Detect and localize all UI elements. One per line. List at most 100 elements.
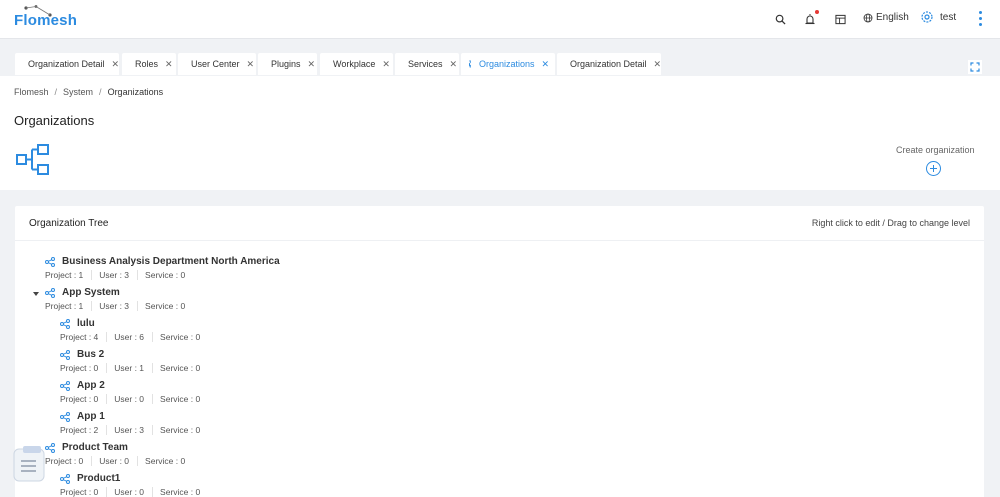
node-name: lulu — [77, 318, 95, 329]
tree-node[interactable]: Business Analysis Department North Ameri… — [45, 256, 280, 280]
tab-organizations[interactable]: Organizations ✕ — [461, 53, 555, 75]
tab-label: Organization Detail — [28, 59, 105, 69]
language-label: English — [876, 12, 909, 23]
user-count: User : 1 — [114, 363, 154, 373]
floating-menu-icon[interactable] — [12, 445, 48, 485]
language-selector[interactable]: English — [863, 12, 909, 23]
tab-label: Roles — [135, 59, 159, 69]
close-tab-icon[interactable]: ✕ — [654, 59, 662, 70]
project-count: Project : 0 — [60, 363, 108, 373]
service-count: Service : 0 — [160, 363, 201, 373]
card-header: Organization Tree Right click to edit / … — [15, 206, 984, 241]
service-count: Service : 0 — [160, 394, 201, 404]
create-organization-label: Create organization — [896, 145, 975, 155]
collapse-caret-icon[interactable] — [33, 292, 39, 296]
search-icon[interactable] — [773, 12, 787, 26]
service-count: Service : 0 — [160, 332, 201, 342]
dashboard-icon[interactable] — [833, 12, 847, 26]
node-name: App System — [62, 287, 120, 298]
service-count: Service : 0 — [145, 456, 186, 466]
tab-workplace[interactable]: Workplace ✕ — [320, 53, 393, 75]
user-count: User : 3 — [99, 270, 139, 280]
share-node-icon — [45, 287, 55, 298]
globe-icon — [863, 13, 873, 22]
share-node-icon — [45, 256, 55, 267]
project-count: Project : 2 — [60, 425, 108, 435]
tree-node[interactable]: App 2 Project : 0 User : 0 Service : 0 — [60, 380, 215, 404]
user-count: User : 6 — [114, 332, 154, 342]
tab-plugins[interactable]: Plugins ✕ — [258, 53, 317, 75]
loading-icon — [469, 60, 471, 68]
close-tab-icon[interactable]: ✕ — [542, 59, 550, 70]
user-name: test — [940, 11, 957, 23]
create-organization-button[interactable] — [926, 161, 941, 176]
tab-label: Organizations — [479, 59, 535, 69]
breadcrumb: Flomesh / System / Organizations — [14, 87, 164, 97]
node-name: Product1 — [77, 473, 121, 484]
page-header-panel: Flomesh / System / Organizations Organizatio… — [0, 76, 1000, 190]
share-node-icon — [60, 349, 70, 360]
top-header: Flomesh English test — [0, 0, 1000, 39]
project-count: Project : 0 — [45, 456, 93, 466]
node-name: Business Analysis Department North Ameri… — [62, 256, 280, 267]
share-node-icon — [60, 318, 70, 329]
tree-node[interactable]: lulu Project : 4 User : 6 Service : 0 — [60, 318, 215, 342]
breadcrumb-organizations: Organizations — [107, 87, 164, 97]
service-count: Service : 0 — [160, 487, 201, 497]
card-title: Organization Tree — [29, 218, 109, 229]
tab-organization-detail[interactable]: Organization Detail ✕ — [15, 53, 119, 75]
alarm-icon[interactable] — [803, 10, 819, 26]
avatar-gear-icon — [921, 11, 933, 23]
tab-organization-detail-2[interactable]: Organization Detail ✕ — [557, 53, 661, 75]
tab-services[interactable]: Services ✕ — [395, 53, 459, 75]
project-count: Project : 0 — [60, 487, 108, 497]
service-count: Service : 0 — [160, 425, 201, 435]
card-hint: Right click to edit / Drag to change lev… — [811, 218, 970, 228]
close-tab-icon[interactable]: ✕ — [450, 59, 458, 70]
tab-label: Plugins — [271, 59, 301, 69]
user-count: User : 0 — [99, 456, 139, 466]
tab-user-center[interactable]: User Center ✕ — [178, 53, 256, 75]
close-tab-icon[interactable]: ✕ — [112, 59, 120, 70]
project-count: Project : 4 — [60, 332, 108, 342]
user-count: User : 0 — [114, 394, 154, 404]
service-count: Service : 0 — [145, 301, 186, 311]
page-title: Organizations — [14, 113, 95, 128]
tree-node[interactable]: App System Project : 1 User : 3 Service : … — [45, 287, 200, 311]
user-count: User : 3 — [99, 301, 139, 311]
fullscreen-icon[interactable] — [968, 60, 982, 74]
share-node-icon — [60, 380, 70, 391]
tab-label: Workplace — [333, 59, 376, 69]
close-tab-icon[interactable]: ✕ — [247, 59, 255, 70]
close-tab-icon[interactable]: ✕ — [382, 59, 390, 70]
tree-node[interactable]: Product1 Project : 0 User : 0 Service : 0 — [60, 473, 215, 497]
share-node-icon — [60, 411, 70, 422]
user-menu[interactable]: test — [920, 10, 956, 24]
user-count: User : 3 — [114, 425, 154, 435]
tab-label: Services — [408, 59, 443, 69]
breadcrumb-flomesh[interactable]: Flomesh — [14, 87, 49, 97]
organization-tree-card: Organization Tree Right click to edit / … — [15, 206, 984, 497]
share-node-icon — [60, 473, 70, 484]
user-count: User : 0 — [114, 487, 154, 497]
project-count: Project : 1 — [45, 301, 93, 311]
project-count: Project : 0 — [60, 394, 108, 404]
more-menu-icon[interactable] — [975, 10, 985, 28]
tree-node[interactable]: Product Team Project : 0 User : 0 Service … — [45, 442, 200, 466]
service-count: Service : 0 — [145, 270, 186, 280]
breadcrumb-system[interactable]: System — [63, 87, 93, 97]
node-name: App 2 — [77, 380, 105, 391]
node-name: App 1 — [77, 411, 105, 422]
notification-badge — [815, 10, 819, 14]
tree-node[interactable]: Bus 2 Project : 0 User : 1 Service : 0 — [60, 349, 215, 373]
close-tab-icon[interactable]: ✕ — [165, 59, 173, 70]
close-tab-icon[interactable]: ✕ — [308, 59, 316, 70]
page-tabs: Organization Detail ✕ Roles ✕ User Center ✕… — [0, 39, 1000, 76]
project-count: Project : 1 — [45, 270, 93, 280]
tab-roles[interactable]: Roles ✕ — [122, 53, 176, 75]
tab-label: User Center — [191, 59, 240, 69]
logo-mark-icon — [24, 5, 52, 17]
organization-icon — [16, 144, 49, 175]
node-name: Bus 2 — [77, 349, 105, 360]
tree-node[interactable]: App 1 Project : 2 User : 3 Service : 0 — [60, 411, 215, 435]
